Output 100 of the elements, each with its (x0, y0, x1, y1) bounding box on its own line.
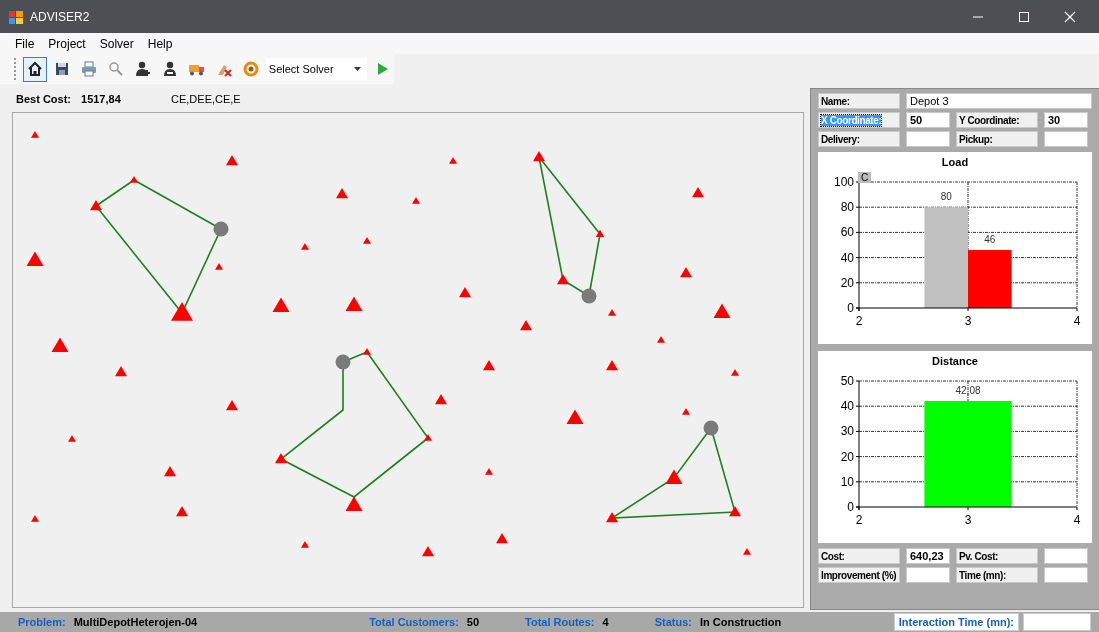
customer-marker[interactable] (51, 337, 69, 352)
customer-marker[interactable] (363, 348, 371, 355)
status-value: MultiDepotHeterojen-04 (73, 616, 198, 628)
customer-marker[interactable] (496, 533, 508, 544)
customer-marker[interactable] (731, 369, 739, 376)
customer-marker[interactable] (226, 155, 238, 166)
status-value: 50 (466, 616, 480, 628)
input-field[interactable] (1023, 613, 1091, 631)
menu-item[interactable]: Project (41, 36, 93, 51)
customer-marker[interactable] (68, 435, 76, 442)
value-label: 46 (984, 234, 996, 246)
customer-marker[interactable] (226, 400, 238, 411)
customer-marker[interactable] (412, 197, 420, 204)
field-label: Pv. Cost: (956, 548, 1038, 564)
customer-marker[interactable] (680, 267, 692, 278)
customer-marker[interactable] (275, 453, 287, 464)
best-cost-label: Best Cost: (16, 93, 71, 105)
caret-icon (354, 67, 361, 71)
customer-marker[interactable] (130, 176, 138, 183)
input-field[interactable]: 30 (1044, 112, 1088, 128)
customer-marker[interactable] (301, 541, 309, 548)
status-label: Problem: (18, 616, 66, 628)
depot-marker[interactable] (335, 354, 351, 370)
customer-marker[interactable] (345, 496, 363, 511)
search-icon (106, 60, 125, 78)
axis-tick-label: 3 (964, 314, 972, 328)
solver-dropdown[interactable]: Select Solver (265, 58, 367, 80)
input-field[interactable] (906, 567, 950, 583)
customer-marker[interactable] (422, 546, 434, 557)
field-label: Delivery: (818, 131, 900, 147)
customer-marker[interactable] (31, 131, 39, 138)
status-value: In Construction (699, 616, 782, 628)
customer-marker[interactable] (520, 320, 532, 331)
customer-marker[interactable] (566, 409, 584, 424)
customer-marker[interactable] (424, 434, 432, 441)
chart-title: Distance (932, 355, 978, 367)
toolbar-button[interactable] (22, 56, 47, 82)
window-title: ADVISER2 (30, 9, 90, 24)
customer-marker[interactable] (115, 366, 127, 377)
menu-item[interactable]: Help (140, 36, 180, 51)
customer-marker[interactable] (31, 515, 39, 522)
value-label: 80 (940, 191, 952, 203)
customer-marker[interactable] (215, 263, 223, 270)
customer-marker[interactable] (336, 188, 348, 199)
customer-marker[interactable] (435, 394, 447, 405)
refresh-icon (241, 60, 260, 78)
axis-tick-label: 30 (840, 424, 854, 439)
customer-marker[interactable] (557, 274, 569, 285)
customer-marker[interactable] (345, 296, 363, 311)
customer-marker[interactable] (176, 506, 188, 517)
field-label: Pickup: (956, 131, 1038, 147)
customer-marker[interactable] (363, 237, 371, 244)
customer-marker[interactable] (90, 200, 102, 211)
input-field[interactable]: 640,23 (906, 548, 950, 564)
customer-marker[interactable] (301, 243, 309, 250)
axis-tick-label: 20 (840, 449, 854, 464)
customer-marker[interactable] (483, 360, 495, 371)
customer-marker[interactable] (606, 512, 618, 523)
status-label: Total Customers: (369, 616, 459, 628)
axis-tick-label: 2 (855, 314, 863, 328)
depot-marker[interactable] (581, 288, 597, 304)
customer-marker[interactable] (533, 151, 545, 162)
axis-tick-label: 0 (847, 301, 854, 315)
customer-marker[interactable] (665, 469, 683, 484)
input-field[interactable] (1044, 131, 1088, 147)
customer-marker[interactable] (743, 548, 751, 555)
customer-marker[interactable] (26, 251, 44, 266)
input-field[interactable] (906, 131, 950, 147)
status-value: 4 (602, 616, 609, 628)
input-field[interactable] (1044, 548, 1088, 564)
input-field[interactable] (1044, 567, 1088, 583)
input-field[interactable]: Depot 3 (906, 93, 1092, 109)
depot-marker[interactable] (703, 420, 719, 436)
customer-marker[interactable] (692, 187, 704, 198)
customer-marker[interactable] (713, 303, 731, 318)
value-label: 42,08 (955, 384, 981, 396)
menu-item[interactable]: File (8, 36, 42, 51)
customer-marker[interactable] (272, 297, 290, 312)
customer-marker[interactable] (485, 468, 493, 475)
customer-marker[interactable] (171, 302, 193, 321)
customer-marker[interactable] (657, 336, 665, 343)
axis-tick-label: 2 (855, 513, 863, 527)
customer-marker[interactable] (459, 287, 471, 298)
customer-marker[interactable] (608, 309, 616, 316)
axis-tick-label: 50 (840, 374, 854, 388)
field-label: Cost: (818, 548, 900, 564)
customer-marker[interactable] (449, 157, 457, 164)
status-label: Total Routes: (525, 616, 595, 628)
corner-label: C (858, 172, 872, 183)
depot-marker[interactable] (213, 221, 229, 237)
axis-tick-label: 80 (840, 200, 854, 215)
customer-marker[interactable] (729, 506, 741, 517)
interaction-time-label: Interaction Time (mn): (893, 613, 1019, 631)
menu-item[interactable]: Solver (92, 36, 141, 51)
customer-marker[interactable] (164, 466, 176, 477)
field-label: Y Coordinate: (956, 112, 1038, 128)
customer-marker[interactable] (606, 360, 618, 371)
best-cost-value: 1517,84 (81, 93, 122, 105)
customer-marker[interactable] (682, 408, 690, 415)
input-field[interactable]: 50 (906, 112, 950, 128)
